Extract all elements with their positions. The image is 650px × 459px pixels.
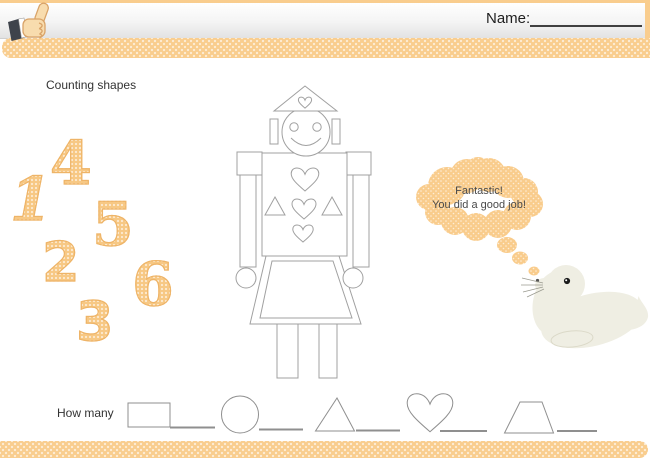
- robot-left-hand: [235, 267, 257, 289]
- robot-left-shoulder: [236, 151, 263, 176]
- robot-right-hand: [342, 267, 364, 289]
- count-shape-rectangle: [127, 402, 171, 428]
- count-shape-circle: [221, 395, 259, 434]
- robot-figure: [235, 85, 372, 379]
- speech-line-2: You did a good job!: [432, 199, 526, 211]
- worksheet-page: Name: Counting shapes 4 1 5 2 6 3 Fantas…: [0, 0, 650, 459]
- robot-left-ear: [269, 118, 279, 145]
- speech-bubble-text: Fantastic! You did a good job!: [413, 184, 545, 212]
- count-shape-trapezoid: [503, 401, 555, 434]
- robot-right-arm: [352, 174, 370, 268]
- speech-line-1: Fantastic!: [455, 185, 503, 197]
- count-shape-heart: [406, 392, 454, 433]
- robot-left-arm: [239, 174, 257, 268]
- robot-left-leg: [276, 321, 299, 379]
- answer-lines: [170, 426, 597, 432]
- thought-trail-bubbles: [497, 237, 540, 276]
- robot-right-shoulder: [345, 151, 372, 176]
- robot-skirt: [249, 255, 362, 325]
- count-shape-triangle: [314, 397, 356, 432]
- robot-right-leg: [318, 321, 338, 379]
- how-many-label: How many: [57, 406, 114, 420]
- robot-head: [281, 107, 331, 157]
- worksheet-canvas: [127, 85, 649, 434]
- robot-right-ear: [331, 118, 341, 145]
- seal-eye: [563, 277, 571, 285]
- seal-illustration: [521, 265, 649, 349]
